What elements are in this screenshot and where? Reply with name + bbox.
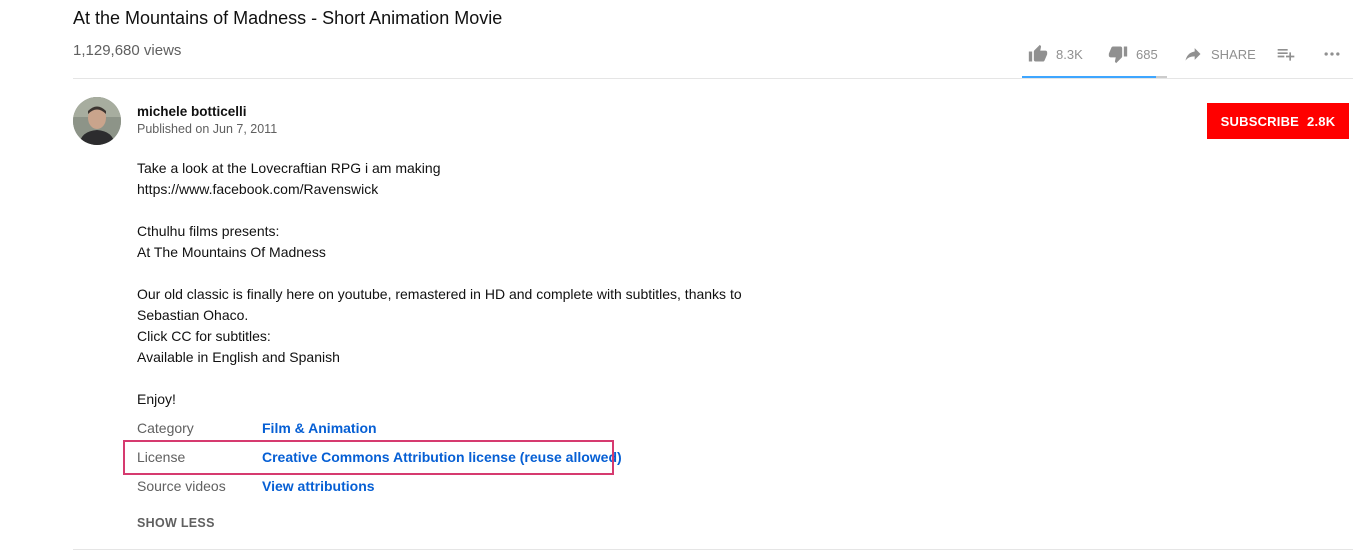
add-to-playlist-button[interactable]: [1276, 44, 1296, 64]
more-icon: [1322, 44, 1342, 64]
category-link[interactable]: Film & Animation: [262, 420, 377, 436]
like-button[interactable]: 8.3K: [1028, 44, 1083, 64]
add-to-playlist-icon: [1276, 44, 1296, 64]
category-label: Category: [137, 420, 194, 436]
metadata-row-source-videos: Source videos View attributions: [137, 476, 837, 496]
description-line: [137, 200, 817, 221]
description-line: [137, 368, 817, 389]
subscribe-label: SUBSCRIBE: [1220, 113, 1300, 129]
divider: [73, 549, 1353, 550]
show-less-button[interactable]: SHOW LESS: [137, 516, 215, 530]
description-line: Cthulhu films presents:: [137, 223, 280, 239]
subscribe-button[interactable]: SUBSCRIBE 2.8K: [1207, 103, 1349, 139]
description-line: Take a look at the Lovecraftian RPG i am…: [137, 160, 441, 176]
share-button[interactable]: SHARE: [1183, 44, 1256, 64]
channel-name[interactable]: michele botticelli: [137, 104, 247, 119]
description-line: Available in English and Spanish: [137, 349, 340, 365]
video-description: Take a look at the Lovecraftian RPG i am…: [137, 158, 817, 410]
dislike-count: 685: [1136, 46, 1158, 62]
description-line: Enjoy!: [137, 391, 176, 407]
publish-date: Published on Jun 7, 2011: [137, 122, 278, 136]
metadata-row-category: Category Film & Animation: [137, 418, 837, 438]
share-label: SHARE: [1211, 46, 1256, 62]
view-attributions-link[interactable]: View attributions: [262, 478, 375, 494]
dislike-icon: [1108, 44, 1128, 64]
description-line: At The Mountains Of Madness: [137, 244, 326, 260]
channel-avatar[interactable]: [73, 97, 121, 145]
like-count: 8.3K: [1056, 46, 1083, 62]
description-line: Click CC for subtitles:: [137, 328, 271, 344]
description-line: Our old classic is finally here on youtu…: [137, 286, 742, 302]
dislike-button[interactable]: 685: [1108, 44, 1158, 64]
description-line: [137, 263, 817, 284]
divider: [73, 78, 1353, 79]
more-actions-button[interactable]: [1322, 44, 1342, 64]
share-icon: [1183, 44, 1203, 64]
like-icon: [1028, 44, 1048, 64]
view-count: 1,129,680 views: [73, 42, 182, 59]
source-videos-label: Source videos: [137, 478, 226, 494]
video-title: At the Mountains of Madness - Short Anim…: [73, 8, 503, 28]
description-line: Sebastian Ohaco.: [137, 307, 249, 323]
description-link[interactable]: https://www.facebook.com/Ravenswick: [137, 179, 817, 200]
license-highlight-box: [123, 440, 614, 475]
subscriber-count: 2.8K: [1307, 113, 1336, 129]
